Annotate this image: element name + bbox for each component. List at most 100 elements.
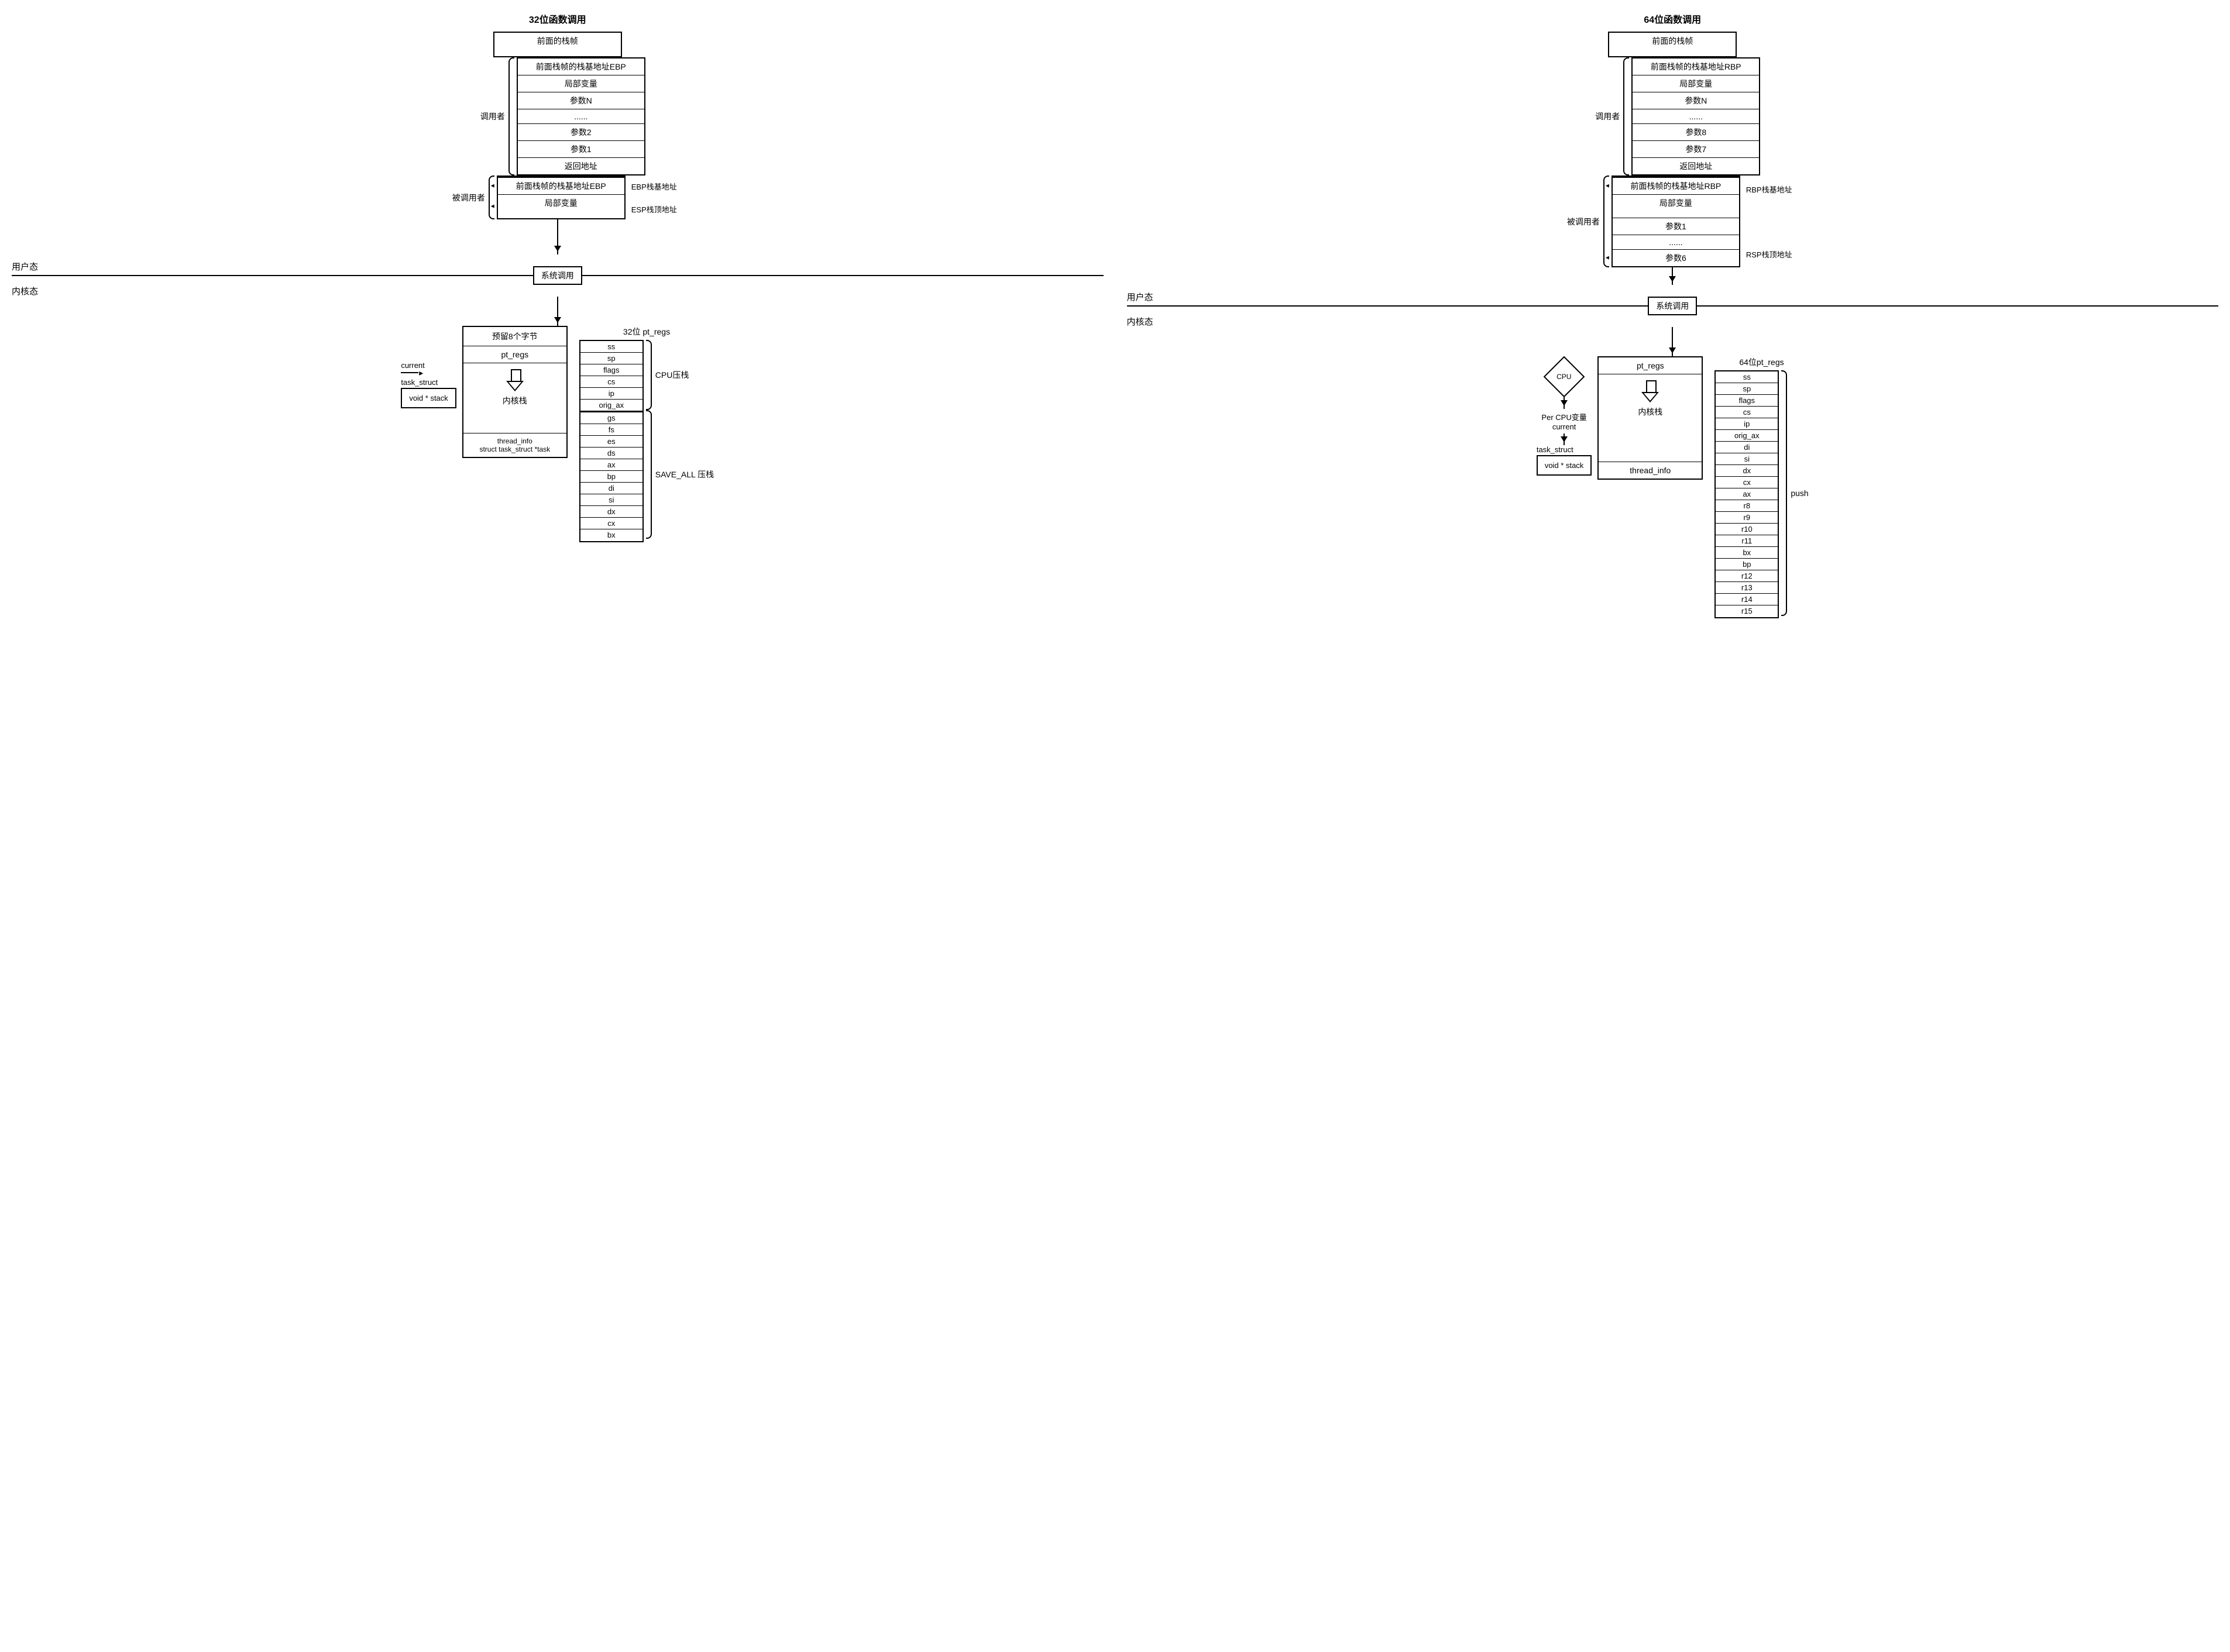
push-label: push <box>1791 488 1808 498</box>
thread-info-cell: thread_info <box>1599 462 1702 479</box>
diagram-container: 32位函数调用 前面的栈帧 调用者 前面栈帧的栈基地址EBP 局部变量 参数N … <box>12 12 2218 618</box>
callee-label-32: 被调用者 <box>438 192 485 204</box>
stack-cell: 参数7 <box>1633 141 1759 158</box>
ptregs-table-32: ss sp flags cs ip orig_ax gs fs es ds ax… <box>579 340 644 542</box>
task-struct-label: task_struct <box>1537 445 1573 454</box>
ptregs-cell: flags <box>1716 395 1778 407</box>
ptregs-cell: pt_regs <box>1599 357 1702 374</box>
stack-cell: 返回地址 <box>1633 158 1759 174</box>
stack-cell: 参数1 <box>518 141 644 158</box>
caller-label-64: 调用者 <box>1573 111 1620 122</box>
caller-stack-32: 前面栈帧的栈基地址EBP 局部变量 参数N ...... 参数2 参数1 返回地… <box>517 57 645 175</box>
prev-frame-cell: 前面的栈帧 <box>1609 33 1736 56</box>
stack-cell: 参数N <box>518 92 644 109</box>
ptregs-cell: r8 <box>1716 500 1778 512</box>
ptregs-cell: orig_ax <box>1716 430 1778 442</box>
save-all-label: SAVE_ALL 压栈 <box>655 469 714 480</box>
ptregs-cell: es <box>580 436 642 448</box>
stack-cell: 参数8 <box>1633 124 1759 141</box>
ptregs-cell: orig_ax <box>580 400 642 411</box>
caller-label-32: 调用者 <box>458 111 505 122</box>
cpu-diamond: CPU <box>1544 356 1585 398</box>
ptregs-cell: r9 <box>1716 512 1778 524</box>
bracket-icon <box>508 57 514 175</box>
ptregs-cell: sp <box>580 353 642 364</box>
kernel-mode-label: 内核态 <box>1127 315 1153 328</box>
ptregs-cell: sp <box>1716 383 1778 395</box>
kernel-area-32: current ▸ task_struct void * stack 预留8个字… <box>12 326 1104 542</box>
ptregs-cell: r12 <box>1716 570 1778 582</box>
stack-cell: 局部变量 <box>1613 195 1739 218</box>
prev-frame-32: 前面的栈帧 <box>493 32 622 57</box>
ptregs-title-32: 32位 pt_regs <box>579 326 714 338</box>
ptregs-cell: di <box>580 483 642 494</box>
ptregs-cell: ax <box>580 459 642 471</box>
down-arrow-icon <box>506 369 524 393</box>
ptregs-cell: r13 <box>1716 582 1778 594</box>
void-stack-box: void * stack <box>401 388 456 408</box>
stack-cell: 前面栈帧的栈基地址EBP <box>518 58 644 75</box>
percpu-label: Per CPU变量 current <box>1541 411 1586 431</box>
ptregs-cell: si <box>580 494 642 506</box>
ptregs-cell: fs <box>580 424 642 436</box>
ptregs-cell: bp <box>1716 559 1778 570</box>
ptregs-cell: ip <box>1716 418 1778 430</box>
bracket-icon <box>646 340 652 410</box>
syscall-box: 系统调用 <box>533 266 582 285</box>
ptregs-cell: cs <box>580 376 642 388</box>
ptregs-cell: gs <box>580 411 642 424</box>
ptregs-cell: bx <box>1716 547 1778 559</box>
stack-cell: ...... <box>518 109 644 124</box>
title-64: 64位函数调用 <box>1127 12 2219 26</box>
task-struct-label: task_struct <box>401 378 438 387</box>
col-64bit: 64位函数调用 前面的栈帧 调用者 前面栈帧的栈基地址RBP 局部变量 参数N … <box>1127 12 2219 618</box>
ptregs-cell: cx <box>1716 477 1778 488</box>
ebp-pointer-label: EBP栈基地址 <box>631 181 677 192</box>
stack-cell: 局部变量 <box>518 75 644 92</box>
user-mode-label: 用户态 <box>12 260 38 273</box>
arrow-down-icon <box>1672 327 1673 356</box>
ptregs-title-64: 64位pt_regs <box>1714 356 1808 368</box>
rbp-pointer-label: RBP栈基地址 <box>1746 184 1792 195</box>
caller-stack-64: 前面栈帧的栈基地址RBP 局部变量 参数N ...... 参数8 参数7 返回地… <box>1631 57 1760 175</box>
callee-stack-32: 前面栈帧的栈基地址EBP 局部变量 <box>497 175 626 219</box>
mode-divider: 系统调用 <box>1127 297 2219 315</box>
ptregs-cell: ip <box>580 388 642 400</box>
title-32: 32位函数调用 <box>12 12 1104 26</box>
stack-cell: 参数N <box>1633 92 1759 109</box>
kernel-stack-32: 预留8个字节 pt_regs 内核栈 thread_info struct ta… <box>462 326 568 458</box>
ptregs-cell: r11 <box>1716 535 1778 547</box>
arrow-down-icon <box>1564 433 1565 445</box>
ptregs-cell: r10 <box>1716 524 1778 535</box>
ptregs-table-64: ss sp flags cs ip orig_ax di si dx cx ax… <box>1714 370 1779 618</box>
stack-cell: 返回地址 <box>518 158 644 174</box>
stack-cell: ...... <box>1613 235 1739 250</box>
ptregs-cell: si <box>1716 453 1778 465</box>
stack-cell: 前面栈帧的栈基地址RBP <box>1633 58 1759 75</box>
reserve-cell: 预留8个字节 <box>463 327 566 346</box>
bracket-icon <box>1603 175 1609 267</box>
bracket-icon <box>489 175 494 219</box>
syscall-box: 系统调用 <box>1648 297 1697 315</box>
kernel-stack-cell: 内核栈 <box>463 363 566 433</box>
down-arrow-icon <box>1641 380 1659 404</box>
user-mode-label: 用户态 <box>1127 291 1153 303</box>
void-stack-box: void * stack <box>1537 455 1592 476</box>
ptregs-cell: cs <box>1716 407 1778 418</box>
rsp-pointer-label: RSP栈顶地址 <box>1746 249 1792 260</box>
ptregs-cell: dx <box>580 506 642 518</box>
arrow-down-icon <box>557 219 558 254</box>
ptregs-cell: ds <box>580 448 642 459</box>
stack-cell: 局部变量 <box>498 195 624 218</box>
ptregs-cell: ax <box>1716 488 1778 500</box>
stack-cell: 参数6 <box>1613 250 1739 266</box>
stack-cell: 局部变量 <box>1633 75 1759 92</box>
stack-cell: 参数2 <box>518 124 644 141</box>
stack-cell: 参数1 <box>1613 218 1739 235</box>
ptregs-cell: bp <box>580 471 642 483</box>
col-32bit: 32位函数调用 前面的栈帧 调用者 前面栈帧的栈基地址EBP 局部变量 参数N … <box>12 12 1104 618</box>
ptregs-cell: bx <box>580 529 642 541</box>
arrow-down-icon <box>557 297 558 326</box>
ptregs-cell: r15 <box>1716 605 1778 617</box>
ptregs-cell: flags <box>580 364 642 376</box>
